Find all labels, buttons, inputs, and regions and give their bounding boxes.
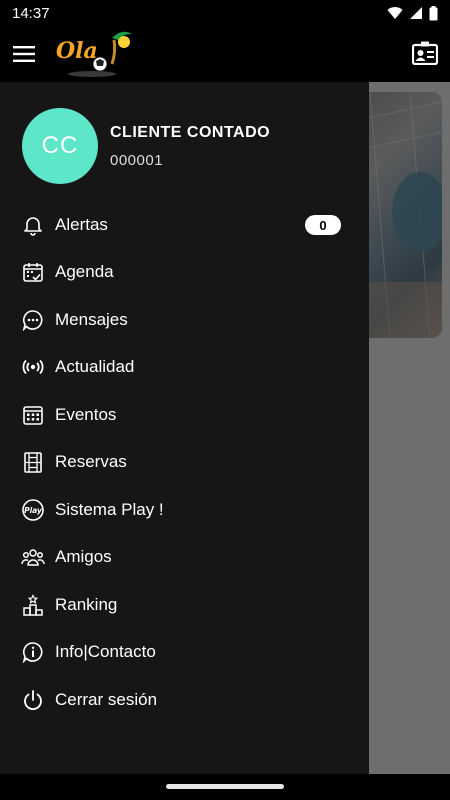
info-icon	[21, 640, 45, 664]
calendar-check-icon	[21, 260, 45, 284]
status-time: 14:37	[12, 4, 50, 22]
calendar-grid-icon	[21, 403, 45, 427]
menu-item-label: Agenda	[55, 262, 114, 281]
id-card-button[interactable]	[410, 38, 440, 68]
home-gesture-handle[interactable]	[166, 784, 284, 789]
menu-item-label: Alertas	[55, 215, 108, 234]
menu-item-ranking[interactable]: Ranking	[0, 583, 369, 627]
alerts-count-badge: 0	[305, 215, 341, 235]
menu-item-label: Sistema Play !	[55, 500, 164, 519]
hamburger-icon	[13, 46, 35, 62]
menu-item-label: Eventos	[55, 405, 117, 424]
signal-icon	[409, 6, 423, 20]
menu-item-info-contacto[interactable]: Info|Contacto	[0, 630, 369, 674]
chat-bubble-icon	[21, 308, 45, 332]
system-nav-bar	[0, 774, 450, 800]
logo-text: Ola	[56, 38, 98, 64]
play-badge-icon: Play	[21, 498, 45, 522]
status-icons	[387, 5, 438, 21]
menu-item-actualidad[interactable]: Actualidad	[0, 345, 369, 389]
menu-item-alertas[interactable]: Alertas 0	[0, 203, 369, 247]
bell-icon	[21, 213, 45, 237]
menu-item-sistema-play[interactable]: Play Sistema Play !	[0, 488, 369, 532]
id-card-icon	[412, 41, 438, 65]
podium-icon	[21, 593, 45, 617]
power-icon	[21, 688, 45, 712]
menu-item-mensajes[interactable]: Mensajes	[0, 298, 369, 342]
avatar[interactable]: CC	[22, 108, 98, 184]
menu-item-agenda[interactable]: Agenda	[0, 250, 369, 294]
menu-item-label: Amigos	[55, 547, 112, 566]
menu-item-label: Reservas	[55, 452, 127, 471]
menu-item-label: Info|Contacto	[55, 642, 156, 661]
menu-item-label: Ranking	[55, 595, 118, 614]
hamburger-menu-button[interactable]	[10, 40, 38, 68]
svg-text:Play: Play	[24, 506, 43, 515]
user-id: 000001	[110, 152, 164, 169]
menu-item-reservas[interactable]: Reservas	[0, 440, 369, 484]
court-icon	[21, 450, 45, 474]
group-icon	[21, 545, 45, 569]
menu-item-amigos[interactable]: Amigos	[0, 535, 369, 579]
menu-item-label: Actualidad	[55, 357, 135, 376]
navigation-drawer: CC CLIENTE CONTADO 000001 Alertas 0 Agen…	[0, 82, 369, 774]
broadcast-icon	[21, 355, 45, 379]
menu-item-cerrar-sesion[interactable]: Cerrar sesión	[0, 678, 369, 722]
menu-item-label: Cerrar sesión	[55, 690, 158, 709]
app-bar: Ola	[0, 26, 450, 82]
app-logo: Ola	[52, 28, 134, 80]
wifi-icon	[387, 6, 403, 20]
menu-item-eventos[interactable]: Eventos	[0, 393, 369, 437]
battery-icon	[429, 5, 438, 21]
menu-item-label: Mensajes	[55, 310, 128, 329]
user-name: CLIENTE CONTADO	[110, 124, 271, 141]
status-bar: 14:37	[0, 0, 450, 26]
